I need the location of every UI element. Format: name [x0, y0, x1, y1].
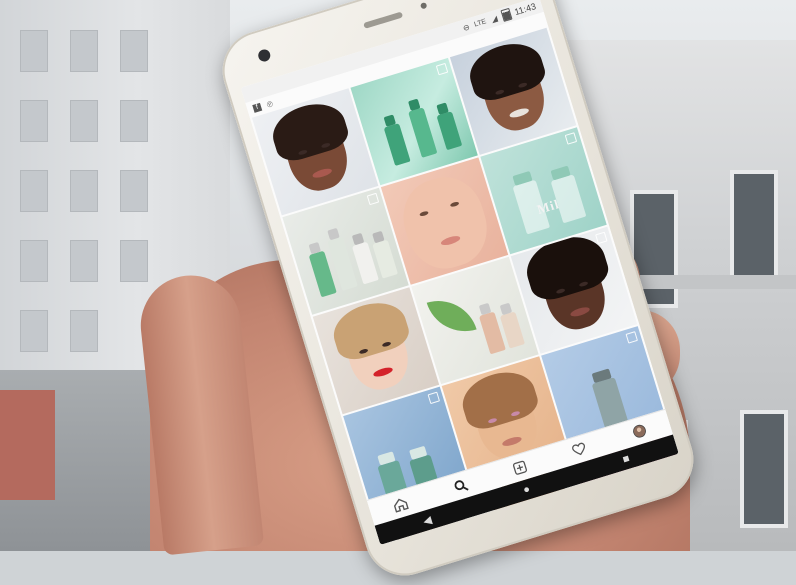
network-label: LTE	[473, 17, 488, 29]
earpiece-speaker	[363, 11, 404, 29]
battery-icon	[500, 7, 513, 22]
dnd-icon: ⊖	[461, 21, 471, 33]
recents-icon[interactable]: ■	[615, 451, 638, 468]
home-circle-icon[interactable]: ●	[515, 481, 538, 498]
background-brick-wall	[0, 390, 55, 500]
signal-icon: ◢	[489, 13, 499, 24]
front-camera	[256, 47, 272, 63]
back-icon[interactable]: ◀	[416, 511, 439, 529]
facebook-icon: f	[252, 102, 263, 113]
proximity-sensor	[419, 1, 428, 10]
pinterest-icon: ℗	[265, 98, 274, 110]
